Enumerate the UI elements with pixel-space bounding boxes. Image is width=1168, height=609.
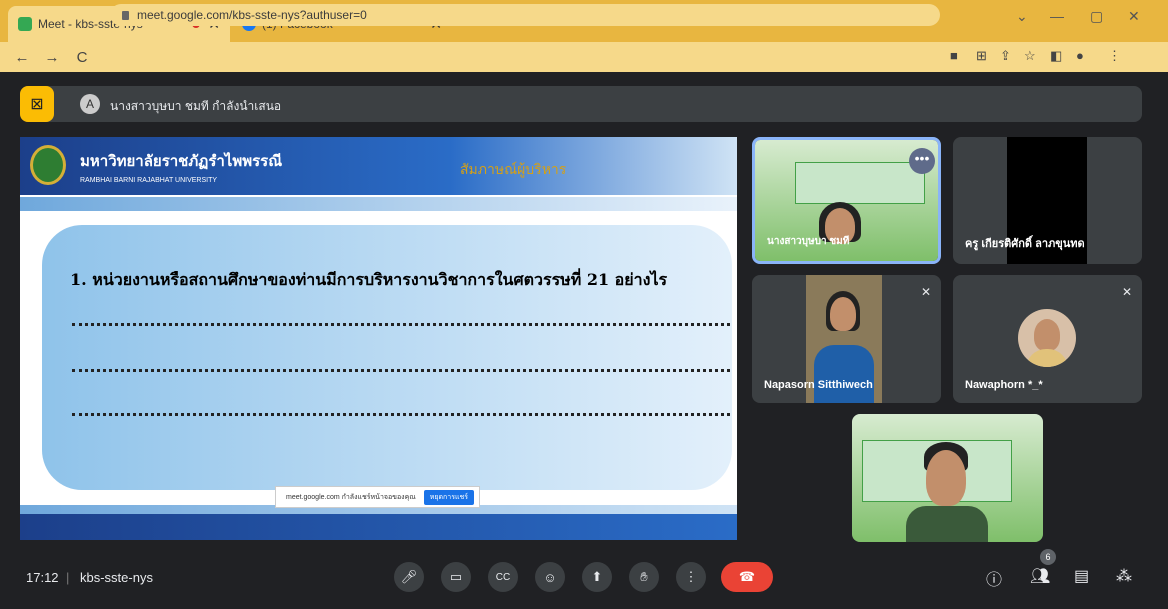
participant-tile[interactable]: ✕ Nawaphorn *_*	[953, 275, 1142, 403]
people-icon[interactable]: 👥︎	[1030, 566, 1050, 586]
hand-icon: ✋︎	[640, 569, 648, 584]
profile-avatar-icon[interactable]: ●	[1076, 48, 1084, 63]
bookmark-star-icon[interactable]: ☆	[1024, 48, 1036, 64]
avatar-shirt	[1026, 349, 1068, 367]
question-box	[42, 225, 732, 490]
participant-tile[interactable]: ✕ Napasorn Sitthiwech	[752, 275, 941, 403]
browser-menu-icon[interactable]: ⋮	[1108, 48, 1121, 64]
side-panel-icon[interactable]: ◧	[1050, 48, 1062, 64]
microphone-button[interactable]: 🎤︎	[394, 562, 424, 592]
people-count-badge: 6	[1040, 549, 1056, 565]
camera-icon: ▭	[449, 569, 463, 584]
forward-icon[interactable]: →	[44, 49, 60, 66]
tile-video-face	[926, 450, 966, 506]
tile-video-face	[830, 297, 856, 331]
slide-stripe	[20, 197, 737, 211]
tile-video-shirt	[814, 345, 874, 403]
answer-line	[72, 323, 730, 326]
presentation-icon[interactable]: ⊠	[20, 86, 54, 122]
maximize-button[interactable]: ▢	[1090, 8, 1103, 25]
meet-icon	[18, 17, 32, 31]
stop-sharing-button[interactable]: หยุดการแชร์	[423, 489, 474, 505]
reload-icon[interactable]: C	[74, 49, 90, 66]
participant-name: นางสาวบุษบา ชมที	[767, 236, 850, 247]
raise-hand-button[interactable]: ✋︎	[629, 562, 659, 592]
translate-icon[interactable]: ⊞	[976, 48, 987, 64]
slide-question: 1. หน่วยงานหรือสถานศึกษาของท่านมีการบริห…	[70, 270, 668, 289]
participant-avatar	[1018, 309, 1076, 367]
tile-video-shirt	[906, 506, 988, 542]
reactions-button[interactable]: ☺	[535, 562, 565, 592]
url-text: meet.google.com/kbs-sste-nys?authuser=0	[137, 8, 367, 22]
slide-footer	[20, 514, 737, 540]
captions-button[interactable]: CC	[488, 562, 518, 592]
participant-name: ครู เกียรติศักดิ์ ลาภขุนทด	[965, 238, 1085, 250]
camera-indicator-icon[interactable]: ■	[950, 48, 958, 63]
answer-line	[72, 369, 730, 372]
participant-tile[interactable]: ••• นางสาวบุษบา ชมที	[752, 137, 941, 264]
presenter-avatar: A	[80, 94, 100, 114]
slide-university-name: มหาวิทยาลัยราชภัฏรำไพพรรณี	[80, 152, 283, 170]
more-options-button[interactable]: ⋮	[676, 562, 706, 592]
camera-button[interactable]: ▭	[441, 562, 471, 592]
mic-off-icon: ✕	[920, 285, 931, 299]
emoji-icon: ☺	[543, 569, 557, 585]
back-icon[interactable]: ←	[14, 49, 30, 66]
participant-name: Napasorn Sitthiwech	[764, 379, 873, 391]
participant-tile[interactable]	[852, 414, 1043, 542]
shared-screen: มหาวิทยาลัยราชภัฏรำไพพรรณี RAMBHAI BARNI…	[20, 137, 737, 540]
microphone-icon: 🎤︎	[400, 569, 418, 584]
tile-slide-card	[795, 162, 925, 204]
more-options-icon[interactable]: •••	[909, 148, 935, 174]
presenter-status-text: นางสาวบุษบา ชมที กำลังนำเสนอ	[110, 99, 282, 113]
avatar-face	[1034, 319, 1060, 351]
chat-icon[interactable]: ▤	[1074, 566, 1089, 586]
tab-search-icon[interactable]: ⌄	[1016, 8, 1028, 25]
slide-university-name-en: RAMBHAI BARNI RAJABHAT UNIVERSITY	[80, 177, 218, 184]
meeting-info-icon[interactable]: ⓘ	[986, 566, 1002, 590]
present-screen-icon: ⬆	[591, 569, 603, 584]
minimize-button[interactable]: —	[1050, 8, 1064, 24]
participant-name: Nawaphorn *_*	[965, 379, 1043, 391]
lock-icon	[122, 10, 129, 20]
address-bar-row: ← → C	[0, 42, 1168, 72]
share-notice-text: meet.google.com กำลังแชร์หน้าจอของคุณ	[286, 493, 416, 501]
activities-icon[interactable]: ⁂	[1116, 566, 1132, 586]
slide-header-right: สัมภาษณ์ผู้บริหาร	[460, 161, 567, 177]
close-window-button[interactable]: ✕	[1128, 8, 1140, 25]
present-button[interactable]: ⬆	[582, 562, 612, 592]
share-icon[interactable]: ⇪	[1000, 48, 1011, 64]
answer-line	[72, 413, 730, 416]
university-logo	[30, 145, 66, 185]
more-vert-icon: ⋮	[684, 569, 698, 584]
mic-off-icon: ✕	[1121, 285, 1132, 299]
end-call-button[interactable]: ☎︎	[721, 562, 773, 592]
separator: |	[66, 570, 70, 585]
participant-tile[interactable]: ครู เกียรติศักดิ์ ลาภขุนทด	[953, 137, 1142, 264]
meeting-code: kbs-sste-nys	[80, 570, 153, 585]
meeting-clock: 17:12	[26, 570, 59, 585]
screen-share-notice: meet.google.com กำลังแชร์หน้าจอของคุณ หย…	[275, 486, 480, 508]
url-field[interactable]: meet.google.com/kbs-sste-nys?authuser=0	[110, 4, 940, 26]
captions-icon: CC	[495, 571, 511, 583]
end-call-icon: ☎︎	[738, 569, 756, 584]
